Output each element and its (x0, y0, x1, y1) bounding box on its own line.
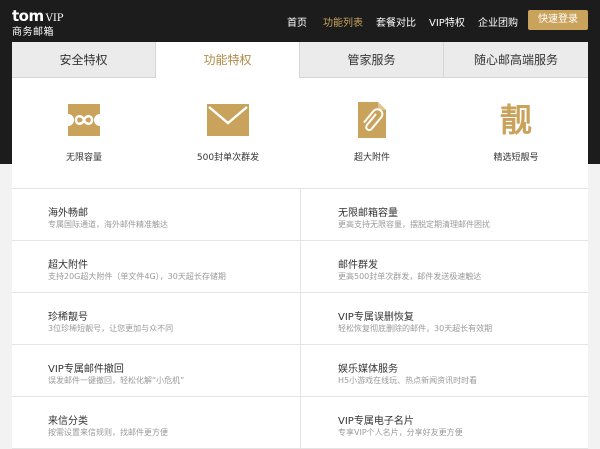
list-item-desc: 轻松恢复彻底删除的邮件，30天超长有效期 (338, 324, 493, 333)
logo-brand: tom (12, 7, 44, 25)
list-item-title: VIP专属电子名片 (338, 416, 414, 427)
list-item-desc: 3位珍稀短靓号，让您更加与众不同 (48, 324, 174, 333)
tab-security[interactable]: 安全特权 (12, 42, 156, 78)
list-item: 娱乐媒体服务 H5小游戏在线玩、热点新闻资讯时时看 (300, 345, 588, 397)
list-item: 超大附件 支持20G超大附件（单文件4G），30天超长存储期 (12, 241, 300, 293)
envelope-icon (156, 98, 300, 142)
list-item-desc: 误发邮件一键撤回，轻松化解“小危机” (48, 376, 185, 385)
list-item-title: 来信分类 (48, 416, 88, 427)
logo[interactable]: tom VIP 商务邮箱 (12, 6, 64, 39)
feature-bulk-send: 500封单次群发 (156, 98, 300, 163)
tab-butler[interactable]: 管家服务 (300, 42, 444, 78)
list-item-desc: 更高支持无限容量，摆脱定期清理邮件困扰 (338, 220, 490, 229)
liang-char-icon: 靓 (444, 98, 588, 142)
logo-subtitle: 商务邮箱 (12, 27, 54, 38)
list-item: 珍稀靓号 3位珍稀短靓号，让您更加与众不同 (12, 293, 300, 345)
nav-item-group-buy[interactable]: 企业团购 (478, 14, 518, 29)
list-item-desc: H5小游戏在线玩、热点新闻资讯时时看 (338, 376, 478, 385)
list-item: 邮件群发 更高500封单次群发，邮件发送极速触达 (300, 241, 588, 293)
list-item: 无限邮箱容量 更高支持无限容量，摆脱定期清理邮件困扰 (300, 189, 588, 241)
liang-glyph: 靓 (499, 101, 532, 139)
list-item-title: 邮件群发 (338, 260, 378, 271)
feature-label: 超大附件 (353, 153, 390, 163)
list-item: 来信分类 按需设置来信规则，找邮件更方便 (12, 397, 300, 449)
list-item-title: VIP专属邮件撤回 (48, 364, 124, 375)
list-item-desc: 更高500封单次群发，邮件发送极速触达 (338, 272, 482, 281)
list-item: VIP专属误删恢复 轻松恢复彻底删除的邮件，30天超长有效期 (300, 293, 588, 345)
list-item: 海外畅邮 专属国际通道，海外邮件精准触达 (12, 189, 300, 241)
nav-item-compare[interactable]: 套餐对比 (376, 14, 416, 29)
attachment-icon (300, 98, 444, 142)
list-item-title: VIP专属误删恢复 (338, 312, 414, 323)
tab-bar: 安全特权 功能特权 管家服务 随心邮高端服务 (12, 42, 588, 78)
list-item-desc: 支持20G超大附件（单文件4G），30天超长存储期 (48, 272, 226, 281)
list-item-title: 娱乐媒体服务 (338, 364, 398, 375)
feature-panel: 安全特权 功能特权 管家服务 随心邮高端服务 无限容量 500封单次群发 超大附… (12, 42, 588, 449)
list-item-title: 超大附件 (48, 260, 88, 271)
feature-label: 无限容量 (65, 153, 102, 163)
tab-premium[interactable]: 随心邮高端服务 (444, 42, 588, 78)
list-item-title: 无限邮箱容量 (338, 208, 398, 219)
nav-item-vip[interactable]: VIP特权 (429, 14, 465, 29)
infinity-icon (12, 98, 156, 142)
list-item: VIP专属邮件撤回 误发邮件一键撤回，轻松化解“小危机” (12, 345, 300, 397)
list-item-title: 珍稀靓号 (48, 312, 88, 323)
list-item-title: 海外畅邮 (48, 208, 88, 219)
feature-label: 精选短靓号 (493, 153, 539, 163)
feature-unlimited-storage: 无限容量 (12, 98, 156, 163)
tab-functions[interactable]: 功能特权 (156, 42, 300, 78)
list-item-desc: 按需设置来信规则，找邮件更方便 (48, 428, 168, 437)
feature-large-attachment: 超大附件 (300, 98, 444, 163)
logo-vip: VIP (45, 13, 64, 24)
nav-item-features[interactable]: 功能列表 (323, 14, 363, 29)
list-item: VIP专属电子名片 专享VIP个人名片，分享好友更方便 (300, 397, 588, 449)
list-item-desc: 专属国际通道，海外邮件精准触达 (48, 220, 168, 229)
nav-item-home[interactable]: 首页 (287, 14, 307, 29)
feature-vanity-number: 靓 精选短靓号 (444, 98, 588, 163)
list-item-desc: 专享VIP个人名片，分享好友更方便 (338, 428, 463, 437)
quick-login-button[interactable]: 快速登录 (528, 10, 588, 30)
feature-label: 500封单次群发 (196, 153, 260, 163)
